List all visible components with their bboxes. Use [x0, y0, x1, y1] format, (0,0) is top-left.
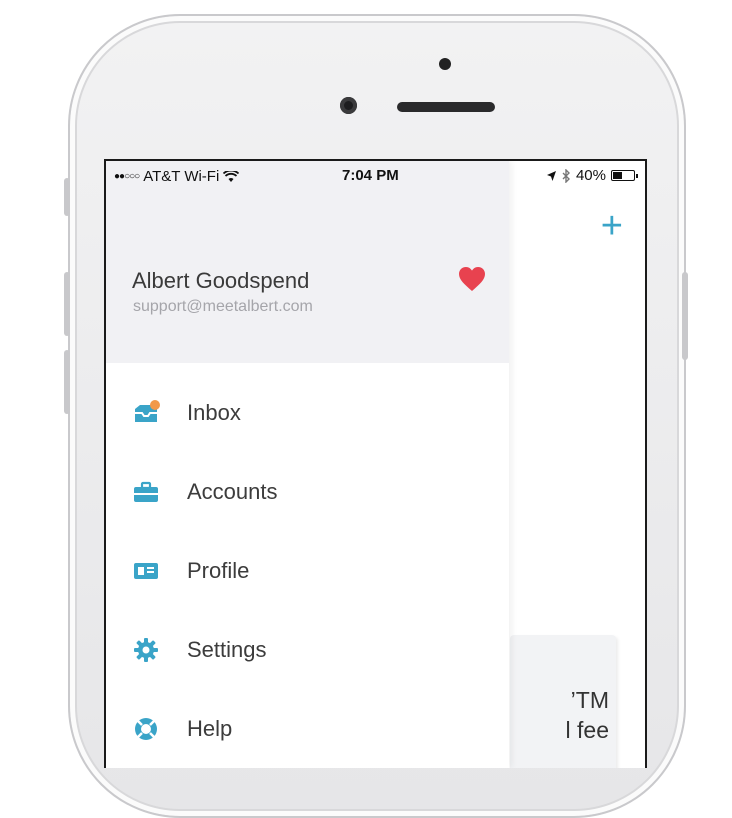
menu-label-help: Help — [187, 716, 233, 741]
heart-icon[interactable] — [458, 266, 486, 292]
status-bar: ●●○○○ AT&T Wi-Fi 7:04 PM 40% — [106, 161, 645, 191]
user-name: Albert Goodspend — [132, 268, 310, 293]
proximity-sensor — [439, 58, 451, 70]
briefcase-icon — [134, 481, 158, 502]
background-card-line1: ’TM — [570, 687, 609, 713]
power-button — [682, 272, 688, 360]
carrier-name: AT&T Wi-Fi — [143, 168, 220, 185]
menu-item-inbox[interactable]: Inbox — [106, 383, 509, 443]
volume-up-button — [64, 272, 70, 336]
id-card-icon — [134, 563, 158, 579]
battery-percent: 40% — [575, 167, 606, 184]
menu-item-accounts[interactable]: Accounts — [106, 462, 509, 522]
bluetooth-icon — [562, 168, 570, 183]
volume-down-button — [64, 350, 70, 414]
lifebuoy-icon — [135, 718, 157, 740]
navigation-drawer: Albert Goodspend support@meetalbert.com … — [106, 161, 509, 768]
signal-strength-icon: ●●○○○ — [114, 171, 140, 182]
screen: + ’TM l fee Albert Goodspend support@mee… — [104, 159, 647, 768]
carrier-info: ●●○○○ AT&T Wi-Fi — [114, 168, 240, 185]
menu-item-profile[interactable]: Profile — [106, 541, 509, 601]
front-camera — [340, 97, 357, 114]
drawer-header: Albert Goodspend support@meetalbert.com — [106, 161, 509, 363]
status-time: 7:04 PM — [342, 167, 399, 184]
menu-label-accounts: Accounts — [187, 479, 278, 504]
status-right: 40% — [546, 167, 638, 184]
menu-label-inbox: Inbox — [187, 400, 241, 425]
menu-item-help[interactable]: Help — [106, 699, 509, 759]
gear-icon — [134, 638, 158, 662]
mute-switch — [64, 178, 70, 216]
location-arrow-icon — [546, 170, 556, 181]
background-card-line2: l fee — [565, 717, 609, 743]
inbox-icon — [135, 400, 160, 422]
battery-icon — [611, 170, 638, 181]
earpiece-speaker — [397, 102, 495, 112]
menu-item-settings[interactable]: Settings — [106, 620, 509, 680]
wifi-icon — [223, 170, 240, 182]
add-button[interactable]: + — [601, 207, 623, 245]
menu-label-profile: Profile — [187, 558, 250, 583]
user-email: support@meetalbert.com — [133, 298, 313, 315]
menu-label-settings: Settings — [187, 637, 267, 662]
